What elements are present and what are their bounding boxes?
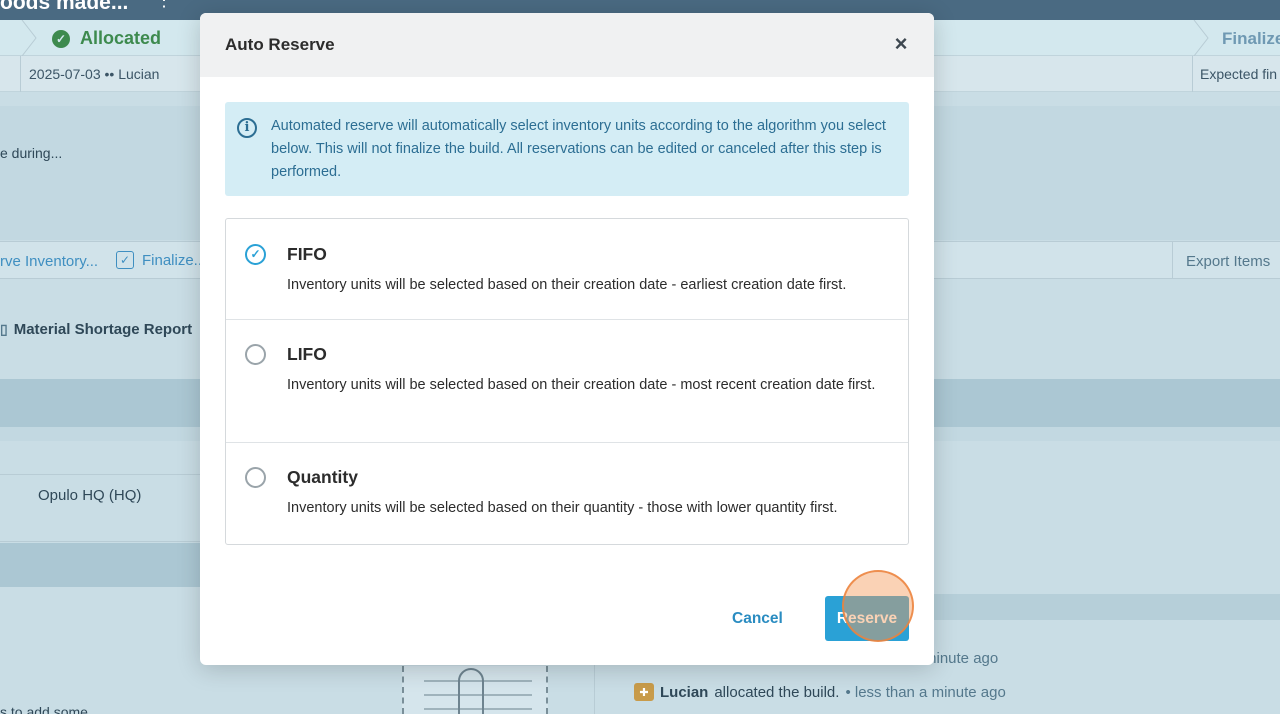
notes-text: e during... (0, 145, 63, 161)
divider (20, 56, 21, 92)
paperclip-icon (458, 668, 484, 714)
activity-action: allocated the build. (714, 683, 840, 701)
material-shortage-report-link[interactable]: ▯ Material Shortage Report (0, 321, 192, 338)
activity-time: minute ago (924, 650, 999, 667)
option-name: FIFO (287, 244, 327, 264)
empty-state-hint: s to add some (0, 704, 88, 714)
document-icon: ▯ (0, 321, 8, 337)
option-quantity[interactable]: Quantity Inventory units will be selecte… (226, 443, 908, 544)
option-description: Inventory units will be selected based o… (287, 500, 838, 516)
location-name: Opulo HQ (HQ) (38, 487, 142, 504)
step-separator-icon (21, 20, 37, 56)
option-description: Inventory units will be selected based o… (287, 377, 876, 393)
dialog-header: Auto Reserve × (200, 13, 934, 77)
option-name: LIFO (287, 344, 327, 364)
step-allocated-label: Allocated (80, 28, 162, 48)
check-circle-icon: ✓ (52, 29, 70, 48)
cancel-button[interactable]: Cancel (732, 610, 783, 628)
radio-icon[interactable] (245, 467, 266, 488)
export-items-button[interactable]: Export Items (1186, 253, 1270, 270)
activity-header (934, 594, 1280, 620)
expected-finish: Expected fin (1200, 66, 1278, 82)
info-alert: i Automated reserve will automatically s… (225, 102, 909, 196)
radio-checked-icon[interactable]: ✓ (245, 244, 266, 265)
divider (1192, 56, 1193, 92)
divider (1172, 241, 1173, 279)
finalize-label: Finalize... (142, 251, 207, 269)
activity-timestamp: • less than a minute ago (845, 683, 1006, 701)
option-lifo[interactable]: LIFO Inventory units will be selected ba… (226, 320, 908, 443)
info-message: Automated reserve will automatically sel… (271, 118, 886, 180)
step-allocated: ✓ Allocated (52, 28, 161, 49)
finalize-button[interactable]: ✓ Finalize... (116, 251, 206, 269)
dialog-title: Auto Reserve (225, 35, 335, 54)
kebab-menu-icon[interactable]: ⋮ (155, 0, 173, 11)
window-title: oods made... (0, 0, 129, 14)
puzzle-icon: ✚ (634, 683, 654, 701)
reserve-inventory-link[interactable]: rve Inventory... (0, 253, 98, 270)
option-fifo[interactable]: ✓ FIFO Inventory units will be selected … (226, 219, 908, 320)
info-icon: i (237, 118, 257, 138)
step-finalize: Finalize (1222, 29, 1280, 48)
material-shortage-label: Material Shortage Report (13, 321, 193, 338)
reserve-button[interactable]: Reserve (825, 596, 909, 641)
option-description: Inventory units will be selected based o… (287, 277, 847, 293)
checkbox-icon: ✓ (116, 251, 134, 269)
option-name: Quantity (287, 467, 358, 487)
created-date-user: 2025-07-03 •• Lucian (29, 66, 160, 82)
auto-reserve-dialog: Auto Reserve × i Automated reserve will … (200, 13, 934, 665)
step-separator-icon (1193, 20, 1209, 56)
section-header (0, 543, 200, 587)
activity-user[interactable]: Lucian (660, 684, 708, 701)
reserve-algorithm-options: ✓ FIFO Inventory units will be selected … (225, 218, 909, 545)
close-icon[interactable]: × (890, 33, 912, 55)
location-row (0, 474, 200, 542)
radio-icon[interactable] (245, 344, 266, 365)
activity-item: ✚ Lucian allocated the build. • less tha… (634, 683, 1006, 701)
